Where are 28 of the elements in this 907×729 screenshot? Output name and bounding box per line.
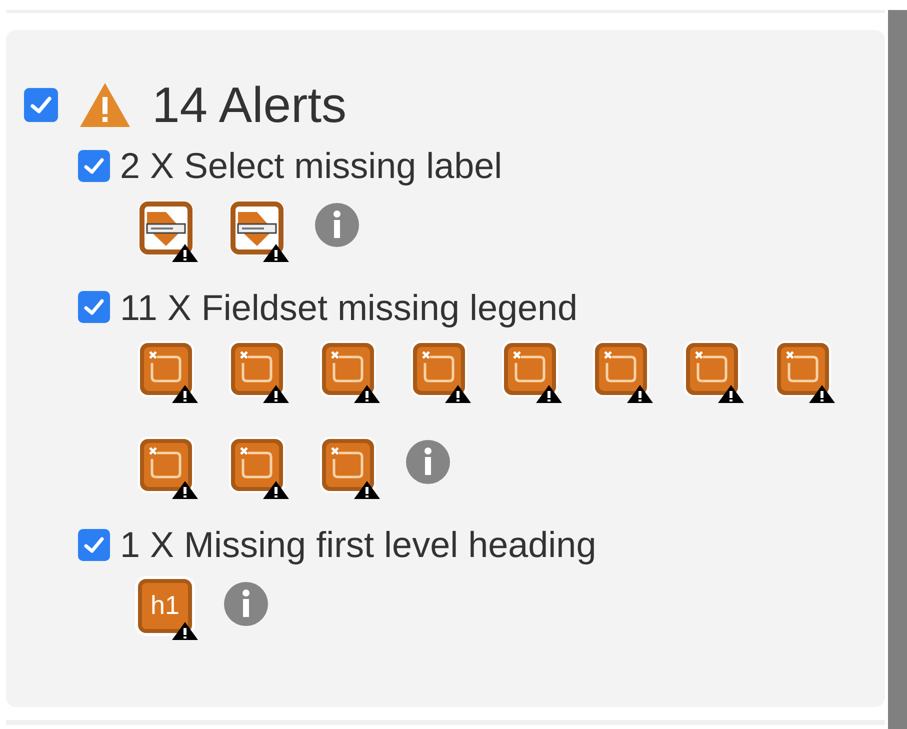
checkbox[interactable] xyxy=(78,150,110,182)
warning-icon xyxy=(78,81,132,129)
fieldset-alert-icon[interactable] xyxy=(229,341,291,404)
fieldset-alert-icon[interactable] xyxy=(229,437,291,500)
warning-icon xyxy=(172,620,200,641)
alerts-title: 14 Alerts xyxy=(152,80,347,130)
heading-alert-icon[interactable]: h1 xyxy=(138,578,192,633)
fieldset-alert-icon[interactable] xyxy=(138,341,200,404)
fieldset-alert-icon[interactable] xyxy=(320,341,382,404)
checkbox[interactable] xyxy=(78,291,110,324)
info-icon[interactable] xyxy=(223,580,269,627)
fieldset-alert-icon[interactable] xyxy=(411,341,473,404)
fieldset-alert-icon[interactable] xyxy=(502,341,564,404)
checkbox[interactable] xyxy=(24,88,58,122)
checkbox[interactable] xyxy=(78,528,110,561)
fieldset-alert-icon[interactable] xyxy=(775,341,837,404)
info-icon[interactable] xyxy=(314,202,360,248)
fieldset-alert-icon[interactable] xyxy=(684,341,746,404)
fieldset-alert-icon[interactable] xyxy=(138,437,200,500)
alert-label: 11 X Fieldset missing legend xyxy=(120,288,578,328)
fieldset-alert-icon[interactable] xyxy=(593,341,655,404)
select-alert-icon[interactable] xyxy=(138,200,200,262)
alert-label: 2 X Select missing label xyxy=(120,146,502,186)
fieldset-alert-icon[interactable] xyxy=(320,437,382,500)
alert-label: 1 X Missing first level heading xyxy=(120,525,596,565)
info-icon[interactable] xyxy=(405,439,451,486)
scrollbar[interactable] xyxy=(888,10,907,729)
select-alert-icon[interactable] xyxy=(229,200,291,262)
